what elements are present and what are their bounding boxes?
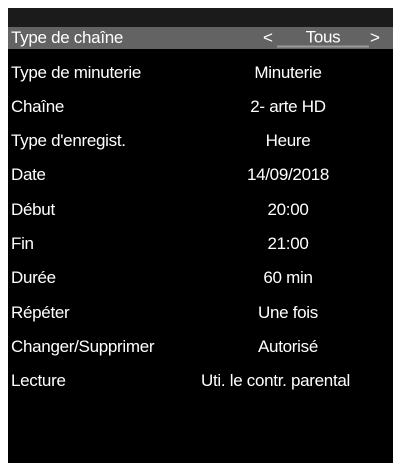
channel-type-value: Tous: [277, 29, 369, 48]
arrow-left-icon[interactable]: <: [263, 28, 273, 48]
row-value: Minuterie: [254, 63, 322, 82]
row-start[interactable]: Début 20:00: [8, 193, 393, 227]
row-label: Durée: [11, 268, 56, 287]
row-value: Autorisé: [258, 337, 318, 356]
row-label: Type d'enregist.: [11, 131, 126, 150]
row-label: Début: [11, 200, 55, 219]
row-value: 60 min: [263, 268, 313, 287]
row-value: 20:00: [267, 200, 309, 219]
menu-top-strip: [8, 8, 393, 27]
row-label: Type de chaîne: [11, 28, 124, 47]
row-date[interactable]: Date 14/09/2018: [8, 158, 393, 192]
row-label: Date: [11, 165, 46, 184]
row-record-type[interactable]: Type d'enregist. Heure: [8, 124, 393, 158]
row-value: 21:00: [267, 234, 309, 253]
row-timer-type[interactable]: Type de minuterie Minuterie: [8, 56, 393, 90]
row-value: Une fois: [258, 303, 318, 322]
row-duration[interactable]: Durée 60 min: [8, 261, 393, 295]
row-playback[interactable]: Lecture Uti. le contr. parental: [8, 364, 393, 398]
row-end[interactable]: Fin 21:00: [8, 227, 393, 261]
row-repeat[interactable]: Répéter Une fois: [8, 296, 393, 330]
arrow-right-icon[interactable]: >: [370, 28, 380, 48]
row-channel[interactable]: Chaîne 2- arte HD: [8, 90, 393, 124]
row-label: Changer/Supprimer: [11, 337, 155, 356]
row-label: Type de minuterie: [11, 63, 142, 82]
row-label: Chaîne: [11, 97, 65, 116]
row-value: Heure: [265, 131, 311, 150]
row-change-delete[interactable]: Changer/Supprimer Autorisé: [8, 330, 393, 364]
row-value: Uti. le contr. parental: [201, 371, 351, 390]
row-label: Répéter: [11, 303, 70, 322]
row-value: 2- arte HD: [250, 97, 326, 116]
row-label: Fin: [11, 234, 34, 253]
row-channel-type[interactable]: Type de chaîne < Tous >: [8, 27, 393, 49]
row-label: Lecture: [11, 371, 66, 390]
row-value: 14/09/2018: [246, 165, 330, 184]
timer-settings-menu: Type de chaîne < Tous > Type de minuteri…: [8, 8, 393, 463]
